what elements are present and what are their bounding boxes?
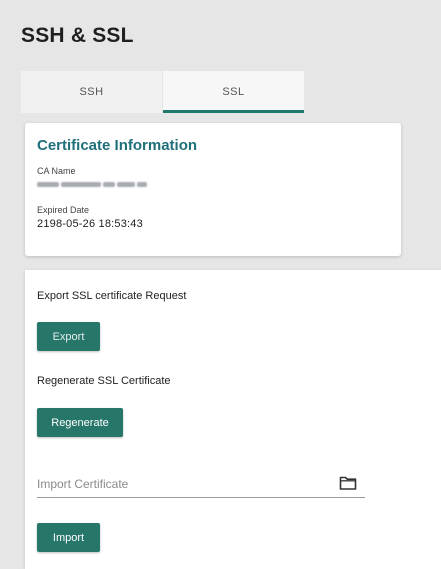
tab-ssl[interactable]: SSL: [163, 71, 304, 113]
certificate-info-title: Certificate Information: [37, 137, 198, 154]
import-button[interactable]: Import: [37, 523, 100, 552]
tab-bar: SSH SSL: [21, 71, 304, 113]
redaction-block: [61, 181, 101, 187]
ca-name-value-redacted: [37, 179, 147, 189]
folder-icon[interactable]: [339, 475, 357, 491]
ca-name-label: CA Name: [37, 166, 76, 176]
redaction-block: [37, 181, 59, 187]
import-certificate-input[interactable]: [37, 473, 327, 495]
redaction-block: [103, 181, 115, 187]
regenerate-label: Regenerate SSL Certificate: [37, 375, 171, 387]
expired-date-value: 2198-05-26 18:53:43: [37, 218, 143, 230]
export-request-label: Export SSL certificate Request: [37, 290, 187, 302]
redaction-block: [117, 181, 135, 187]
certificate-info-card: Certificate Information CA Name Expired …: [25, 123, 401, 256]
page-title: SSH & SSL: [21, 24, 134, 47]
redaction-block: [137, 181, 147, 187]
ssh-ssl-page: SSH & SSL SSH SSL Certificate Informatio…: [0, 0, 441, 569]
regenerate-button[interactable]: Regenerate: [37, 408, 123, 437]
export-button[interactable]: Export: [37, 322, 100, 351]
import-certificate-field: [37, 473, 365, 498]
tab-ssh[interactable]: SSH: [21, 71, 162, 113]
expired-date-label: Expired Date: [37, 205, 90, 215]
ssl-actions-panel: Export SSL certificate Request Export Re…: [25, 270, 441, 569]
